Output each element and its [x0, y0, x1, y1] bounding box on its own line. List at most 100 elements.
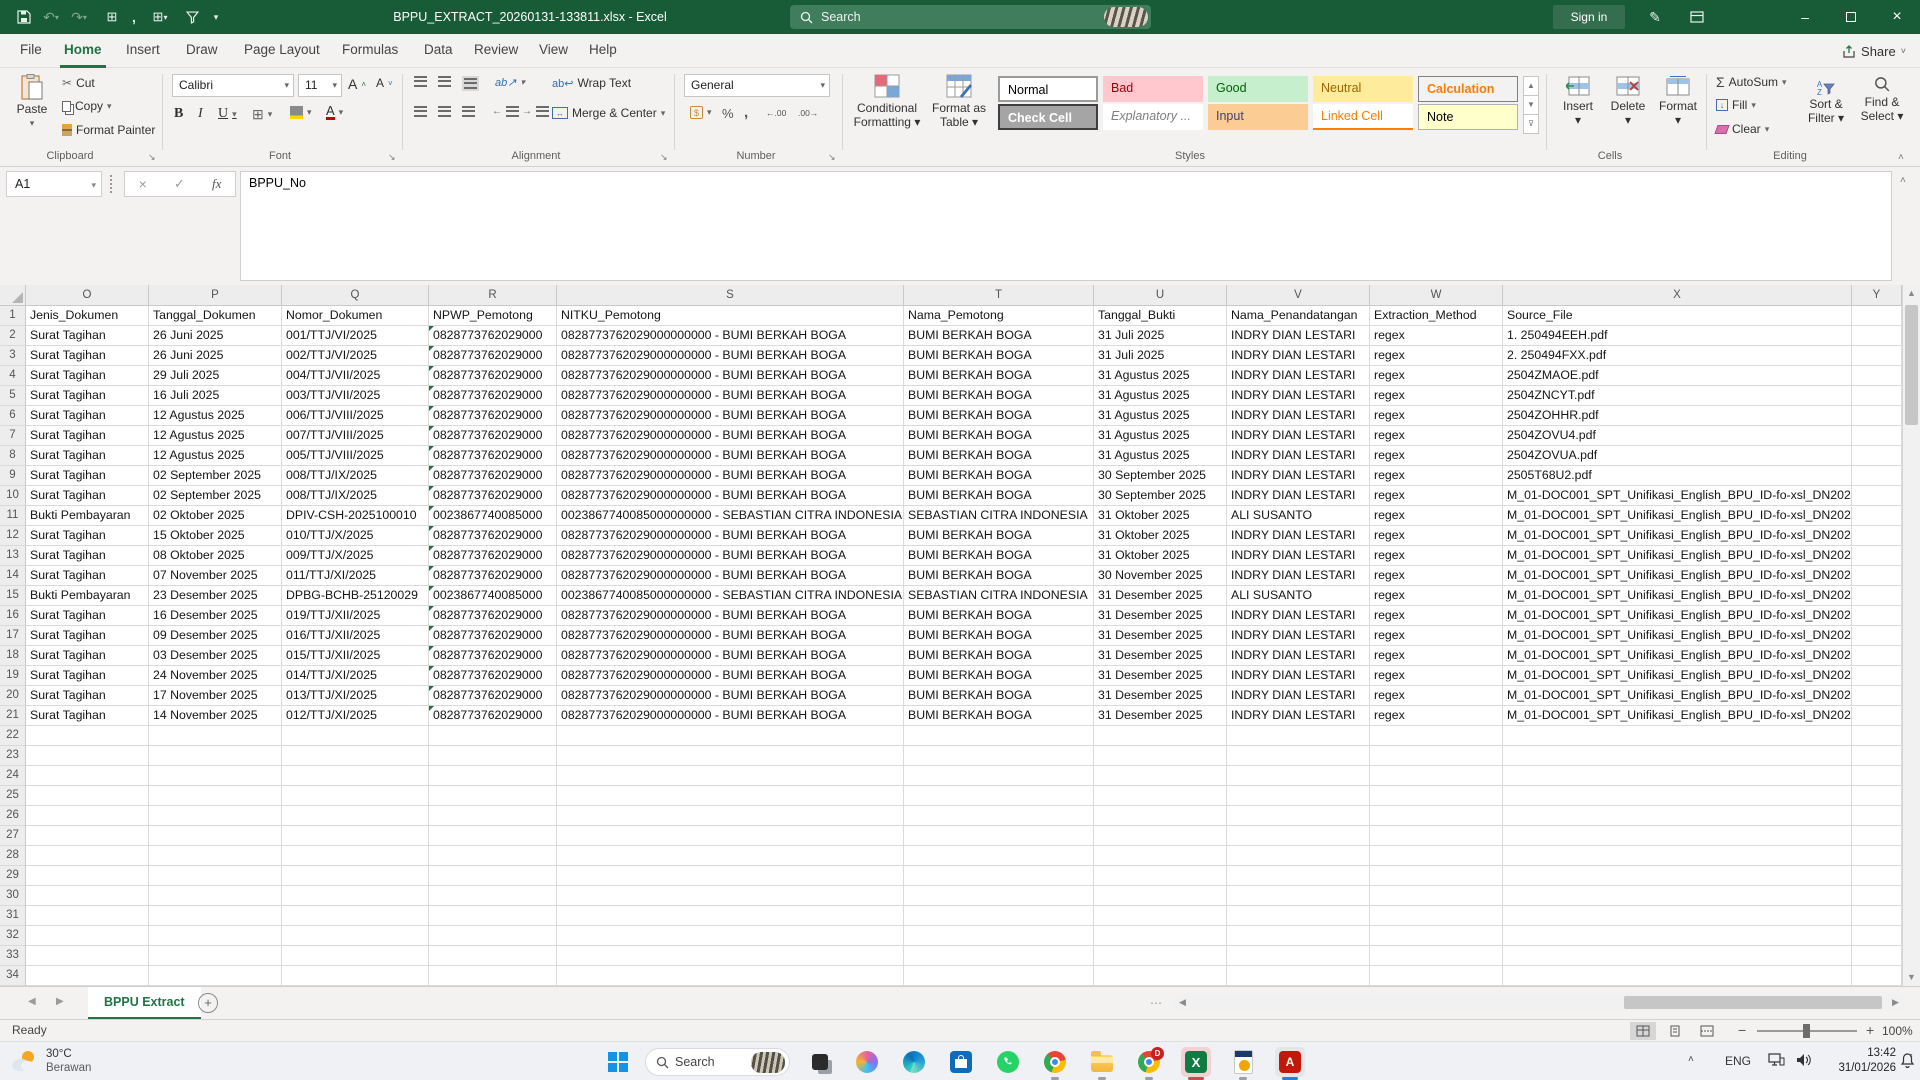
- cell-O12[interactable]: Surat Tagihan: [26, 526, 149, 546]
- column-header-Q[interactable]: Q: [282, 285, 429, 306]
- row-header-15[interactable]: 15: [0, 586, 26, 606]
- cell-X20[interactable]: M_01-DOC001_SPT_Unifikasi_English_BPU_ID…: [1503, 686, 1852, 706]
- cell-W19[interactable]: regex: [1370, 666, 1503, 686]
- increase-decimal-icon[interactable]: ←.00: [766, 108, 786, 118]
- cell-O20[interactable]: Surat Tagihan: [26, 686, 149, 706]
- styles-gallery-down-icon[interactable]: ▼: [1523, 96, 1539, 115]
- cell-R33[interactable]: [429, 946, 557, 966]
- cell-V6[interactable]: INDRY DIAN LESTARI: [1227, 406, 1370, 426]
- cell-R2[interactable]: 0828773762029000: [429, 326, 557, 346]
- tab-home[interactable]: Home: [60, 34, 106, 68]
- cell-P23[interactable]: [149, 746, 282, 766]
- column-header-Y[interactable]: Y: [1852, 285, 1902, 306]
- tray-expand-icon[interactable]: ˄: [1688, 1054, 1694, 1065]
- cell-R26[interactable]: [429, 806, 557, 826]
- cell-U15[interactable]: 31 Desember 2025: [1094, 586, 1227, 606]
- row-header-33[interactable]: 33: [0, 946, 26, 966]
- cell-X33[interactable]: [1503, 946, 1852, 966]
- cell-X34[interactable]: [1503, 966, 1852, 986]
- cell-V15[interactable]: ALI SUSANTO: [1227, 586, 1370, 606]
- cell-O34[interactable]: [26, 966, 149, 986]
- cell-T27[interactable]: [904, 826, 1094, 846]
- cell-P15[interactable]: 23 Desember 2025: [149, 586, 282, 606]
- row-header-3[interactable]: 3: [0, 346, 26, 366]
- cell-O11[interactable]: Bukti Pembayaran: [26, 506, 149, 526]
- cell-O23[interactable]: [26, 746, 149, 766]
- row-header-29[interactable]: 29: [0, 866, 26, 886]
- page-layout-view-icon[interactable]: [1662, 1022, 1688, 1040]
- alignment-dialog-launcher[interactable]: ↘: [660, 152, 668, 163]
- cell-Q28[interactable]: [282, 846, 429, 866]
- zoom-level[interactable]: 100%: [1882, 1024, 1913, 1038]
- column-header-S[interactable]: S: [557, 285, 904, 306]
- cell-U23[interactable]: [1094, 746, 1227, 766]
- tab-insert[interactable]: Insert: [122, 34, 164, 68]
- cell-X4[interactable]: 2504ZMAOE.pdf: [1503, 366, 1852, 386]
- cell-S4[interactable]: 0828773762029000000000 - BUMI BERKAH BOG…: [557, 366, 904, 386]
- cell-Y32[interactable]: [1852, 926, 1902, 946]
- cell-S13[interactable]: 0828773762029000000000 - BUMI BERKAH BOG…: [557, 546, 904, 566]
- cell-O29[interactable]: [26, 866, 149, 886]
- cell-S22[interactable]: [557, 726, 904, 746]
- decrease-font-icon[interactable]: A˅: [376, 76, 393, 90]
- cell-R20[interactable]: 0828773762029000: [429, 686, 557, 706]
- cell-T32[interactable]: [904, 926, 1094, 946]
- cell-U24[interactable]: [1094, 766, 1227, 786]
- cell-Y25[interactable]: [1852, 786, 1902, 806]
- cell-O19[interactable]: Surat Tagihan: [26, 666, 149, 686]
- cell-V21[interactable]: INDRY DIAN LESTARI: [1227, 706, 1370, 726]
- cell-Q5[interactable]: 003/TTJ/VII/2025: [282, 386, 429, 406]
- cell-Q14[interactable]: 011/TTJ/XI/2025: [282, 566, 429, 586]
- cell-X27[interactable]: [1503, 826, 1852, 846]
- collapse-formula-bar-icon[interactable]: ˄: [1900, 175, 1906, 186]
- page-break-view-icon[interactable]: [1694, 1022, 1720, 1040]
- style-good[interactable]: Good: [1208, 76, 1308, 102]
- cell-X26[interactable]: [1503, 806, 1852, 826]
- cell-R15[interactable]: 0023867740085000: [429, 586, 557, 606]
- cell-Y31[interactable]: [1852, 906, 1902, 926]
- cell-V26[interactable]: [1227, 806, 1370, 826]
- cell-S21[interactable]: 0828773762029000000000 - BUMI BERKAH BOG…: [557, 706, 904, 726]
- cell-O1[interactable]: Jenis_Dokumen: [26, 306, 149, 326]
- cell-S17[interactable]: 0828773762029000000000 - BUMI BERKAH BOG…: [557, 626, 904, 646]
- cell-Y29[interactable]: [1852, 866, 1902, 886]
- vertical-scroll-thumb[interactable]: [1905, 305, 1918, 425]
- cell-Q16[interactable]: 019/TTJ/XII/2025: [282, 606, 429, 626]
- cell-R22[interactable]: [429, 726, 557, 746]
- tab-strip-more-icon[interactable]: ⋯: [1150, 996, 1162, 1010]
- cell-T3[interactable]: BUMI BERKAH BOGA: [904, 346, 1094, 366]
- cell-U4[interactable]: 31 Agustus 2025: [1094, 366, 1227, 386]
- cell-O33[interactable]: [26, 946, 149, 966]
- cell-O26[interactable]: [26, 806, 149, 826]
- cell-R34[interactable]: [429, 966, 557, 986]
- cell-Q7[interactable]: 007/TTJ/VIII/2025: [282, 426, 429, 446]
- cell-Q9[interactable]: 008/TTJ/IX/2025: [282, 466, 429, 486]
- cell-V5[interactable]: INDRY DIAN LESTARI: [1227, 386, 1370, 406]
- row-header-24[interactable]: 24: [0, 766, 26, 786]
- style-explanatory[interactable]: Explanatory ...: [1103, 104, 1203, 130]
- cell-Y11[interactable]: [1852, 506, 1902, 526]
- cell-O2[interactable]: Surat Tagihan: [26, 326, 149, 346]
- format-cells-button[interactable]: Format▾: [1656, 76, 1700, 127]
- cancel-entry-icon[interactable]: ×: [139, 176, 147, 192]
- cell-P14[interactable]: 07 November 2025: [149, 566, 282, 586]
- zoom-out-icon[interactable]: −: [1738, 1022, 1746, 1038]
- cell-X28[interactable]: [1503, 846, 1852, 866]
- cell-S10[interactable]: 0828773762029000000000 - BUMI BERKAH BOG…: [557, 486, 904, 506]
- accounting-format-button[interactable]: $▾: [690, 106, 712, 119]
- tab-file[interactable]: File: [16, 34, 46, 68]
- cell-Y34[interactable]: [1852, 966, 1902, 986]
- cell-R8[interactable]: 0828773762029000: [429, 446, 557, 466]
- decrease-decimal-icon[interactable]: .00→: [798, 108, 818, 118]
- row-header-4[interactable]: 4: [0, 366, 26, 386]
- cell-Q18[interactable]: 015/TTJ/XII/2025: [282, 646, 429, 666]
- chrome-profile-d-icon[interactable]: D: [1134, 1047, 1164, 1077]
- cell-R25[interactable]: [429, 786, 557, 806]
- cell-T34[interactable]: [904, 966, 1094, 986]
- row-header-13[interactable]: 13: [0, 546, 26, 566]
- cell-V17[interactable]: INDRY DIAN LESTARI: [1227, 626, 1370, 646]
- cell-V19[interactable]: INDRY DIAN LESTARI: [1227, 666, 1370, 686]
- cell-S15[interactable]: 0023867740085000000000 - SEBASTIAN CITRA…: [557, 586, 904, 606]
- cell-T6[interactable]: BUMI BERKAH BOGA: [904, 406, 1094, 426]
- new-sheet-button[interactable]: +: [198, 993, 218, 1013]
